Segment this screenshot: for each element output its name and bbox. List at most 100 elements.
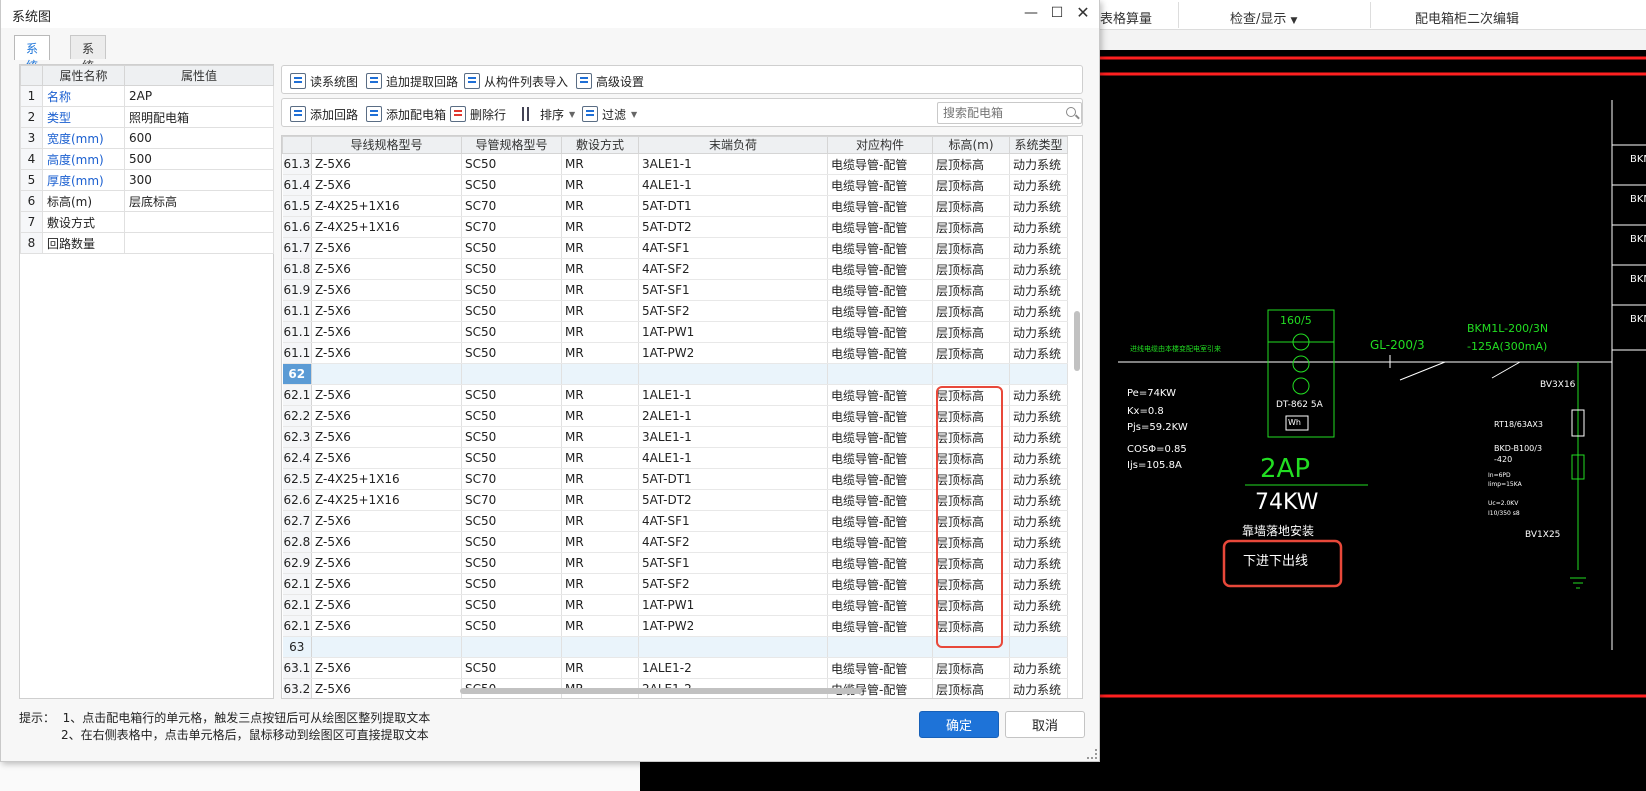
- cell-component[interactable]: 电缆导管-配管: [827, 174, 933, 196]
- cell-laying-method[interactable]: MR: [561, 615, 639, 637]
- column-header[interactable]: 导管规格型号: [461, 136, 562, 154]
- circuit-row[interactable]: 62.5 Z-4X25+1X16 SC70 MR 5AT-DT1 电缆导管-配管 层顶标高动…: [282, 468, 1068, 490]
- vertical-scrollbar[interactable]: [1074, 311, 1080, 371]
- cell-system-type[interactable]: 动力系统: [1009, 678, 1068, 698]
- cell-component[interactable]: 电缆导管-配管: [827, 615, 933, 637]
- cell-system-type[interactable]: 动力系统: [1009, 615, 1068, 637]
- circuit-row[interactable]: 61.3 Z-5X6 SC50 MR 3ALE1-1 电缆导管-配管 层顶标高 动力系统: [282, 153, 1068, 175]
- cell-laying-method[interactable]: MR: [561, 468, 639, 490]
- cell-terminal-load[interactable]: 1AT-PW1: [638, 594, 828, 616]
- cell-terminal-load[interactable]: 1AT-PW2: [638, 615, 828, 637]
- cell-laying-method[interactable]: [561, 636, 639, 658]
- menu-panel-edit[interactable]: 配电箱柜二次编辑: [1415, 8, 1519, 27]
- cell-row-number[interactable]: 62.12: [282, 615, 312, 637]
- cell-component[interactable]: [827, 363, 933, 385]
- cell-row-number[interactable]: 61.7: [282, 237, 312, 259]
- cell-row-number[interactable]: 62.8: [282, 531, 312, 553]
- cell-elevation[interactable]: 层顶标高: [932, 195, 1010, 217]
- cell-elevation[interactable]: [932, 363, 1010, 385]
- cell-conduit-spec[interactable]: SC50: [461, 405, 562, 427]
- tab-system-table[interactable]: 系统表: [14, 35, 51, 90]
- cell-elevation[interactable]: [932, 636, 1010, 658]
- cell-laying-method[interactable]: MR: [561, 426, 639, 448]
- circuit-row[interactable]: 62.9 Z-5X6 SC50 MR 5AT-SF1 电缆导管-配管 层顶标高 动力系统: [282, 552, 1068, 574]
- cell-system-type[interactable]: [1009, 636, 1068, 658]
- cell-row-number[interactable]: 62.3: [282, 426, 312, 448]
- cell-terminal-load[interactable]: 4AT-SF2: [638, 531, 828, 553]
- cell-wire-spec[interactable]: Z-5X6: [311, 300, 462, 322]
- cell-wire-spec[interactable]: Z-4X25+1X16: [311, 195, 462, 217]
- search-distribution-box-input[interactable]: [937, 102, 1082, 124]
- cell-terminal-load[interactable]: 4AT-SF1: [638, 510, 828, 532]
- cell-laying-method[interactable]: MR: [561, 552, 639, 574]
- horizontal-scrollbar[interactable]: [460, 688, 862, 694]
- cell-conduit-spec[interactable]: SC70: [461, 195, 562, 217]
- cell-component[interactable]: 电缆导管-配管: [827, 510, 933, 532]
- distribution-box-row[interactable]: 62: [282, 363, 1068, 385]
- cell-elevation[interactable]: 层顶标高: [932, 342, 1010, 364]
- cell-component[interactable]: 电缆导管-配管: [827, 258, 933, 280]
- cell-wire-spec[interactable]: Z-4X25+1X16: [311, 489, 462, 511]
- circuit-row[interactable]: 62.12Z-5X6SC50MR1AT-PW2电缆导管-配管层顶标高动力系统: [282, 615, 1068, 637]
- minimize-icon[interactable]: —: [1019, 3, 1043, 23]
- cell-elevation[interactable]: 层顶标高: [932, 489, 1010, 511]
- cell-row-number[interactable]: 62.2: [282, 405, 312, 427]
- cell-wire-spec[interactable]: Z-5X6: [311, 615, 462, 637]
- cell-system-type[interactable]: [1009, 363, 1068, 385]
- cell-elevation[interactable]: 层顶标高: [932, 174, 1010, 196]
- cell-laying-method[interactable]: MR: [561, 237, 639, 259]
- circuit-row[interactable]: 61.12Z-5X6SC50MR1AT-PW2电缆导管-配管层顶标高动力系统: [282, 342, 1068, 364]
- cell-conduit-spec[interactable]: [461, 636, 562, 658]
- circuit-row[interactable]: 61.7 Z-5X6 SC50 MR 4AT-SF1 电缆导管-配管 层顶标高 动力系统: [282, 237, 1068, 259]
- distribution-box-row[interactable]: 63: [282, 636, 1068, 658]
- cell-system-type[interactable]: 动力系统: [1009, 447, 1068, 469]
- cell-wire-spec[interactable]: Z-5X6: [311, 447, 462, 469]
- cell-system-type[interactable]: 动力系统: [1009, 300, 1068, 322]
- cell-terminal-load[interactable]: 5AT-SF2: [638, 573, 828, 595]
- menu-check-display[interactable]: 检查/显示 ▼: [1230, 8, 1297, 27]
- cell-conduit-spec[interactable]: SC50: [461, 657, 562, 679]
- cell-row-number[interactable]: 62.10: [282, 573, 312, 595]
- circuit-row[interactable]: 62.7 Z-5X6 SC50 MR 4AT-SF1 电缆导管-配管 层顶标高 动力系统: [282, 510, 1068, 532]
- close-icon[interactable]: ✕: [1071, 3, 1095, 23]
- cell-terminal-load[interactable]: 5AT-SF2: [638, 300, 828, 322]
- cell-system-type[interactable]: 动力系统: [1009, 195, 1068, 217]
- cell-row-number[interactable]: 61.8: [282, 258, 312, 280]
- cell-terminal-load[interactable]: 5AT-DT2: [638, 216, 828, 238]
- cell-terminal-load[interactable]: 3ALE1-1: [638, 153, 828, 175]
- cell-laying-method[interactable]: MR: [561, 573, 639, 595]
- circuit-row[interactable]: 62.1 Z-5X6 SC50 MR 1ALE1-1 电缆导管-配管 层顶标高 动力系统: [282, 384, 1068, 406]
- cell-row-number[interactable]: 62.1: [282, 384, 312, 406]
- cell-conduit-spec[interactable]: SC50: [461, 153, 562, 175]
- circuit-row[interactable]: 62.11Z-5X6SC50MR1AT-PW1电缆导管-配管层顶标高动力系统: [282, 594, 1068, 616]
- cell-system-type[interactable]: 动力系统: [1009, 174, 1068, 196]
- circuit-row[interactable]: 63.1 Z-5X6 SC50 MR 1ALE1-2 电缆导管-配管 层顶标高 动力系统: [282, 657, 1068, 679]
- cell-laying-method[interactable]: MR: [561, 342, 639, 364]
- cell-laying-method[interactable]: MR: [561, 594, 639, 616]
- cell-component[interactable]: 电缆导管-配管: [827, 342, 933, 364]
- search-icon[interactable]: [1066, 107, 1076, 117]
- property-value[interactable]: 300: [124, 169, 274, 191]
- cell-wire-spec[interactable]: Z-4X25+1X16: [311, 216, 462, 238]
- circuit-row[interactable]: 61.11Z-5X6SC50MR1AT-PW1电缆导管-配管层顶标高动力系统: [282, 321, 1068, 343]
- cell-conduit-spec[interactable]: SC50: [461, 531, 562, 553]
- circuit-row[interactable]: 61.10Z-5X6SC50MR5AT-SF2电缆导管-配管层顶标高动力系统: [282, 300, 1068, 322]
- cell-laying-method[interactable]: MR: [561, 300, 639, 322]
- cell-laying-method[interactable]: MR: [561, 153, 639, 175]
- cell-laying-method[interactable]: MR: [561, 405, 639, 427]
- cell-elevation[interactable]: 层顶标高: [932, 153, 1010, 175]
- cell-laying-method[interactable]: MR: [561, 531, 639, 553]
- cell-component[interactable]: 电缆导管-配管: [827, 321, 933, 343]
- cell-terminal-load[interactable]: 2ALE1-1: [638, 405, 828, 427]
- cell-elevation[interactable]: 层顶标高: [932, 258, 1010, 280]
- cell-system-type[interactable]: 动力系统: [1009, 531, 1068, 553]
- cell-wire-spec[interactable]: Z-5X6: [311, 321, 462, 343]
- filter-button[interactable]: 过滤 ▼: [582, 104, 637, 124]
- cell-elevation[interactable]: 层顶标高: [932, 573, 1010, 595]
- cell-wire-spec[interactable]: Z-5X6: [311, 594, 462, 616]
- cell-component[interactable]: 电缆导管-配管: [827, 489, 933, 511]
- cell-laying-method[interactable]: MR: [561, 510, 639, 532]
- cell-wire-spec[interactable]: Z-5X6: [311, 510, 462, 532]
- property-value[interactable]: 2AP: [124, 85, 274, 107]
- cell-elevation[interactable]: 层顶标高: [932, 447, 1010, 469]
